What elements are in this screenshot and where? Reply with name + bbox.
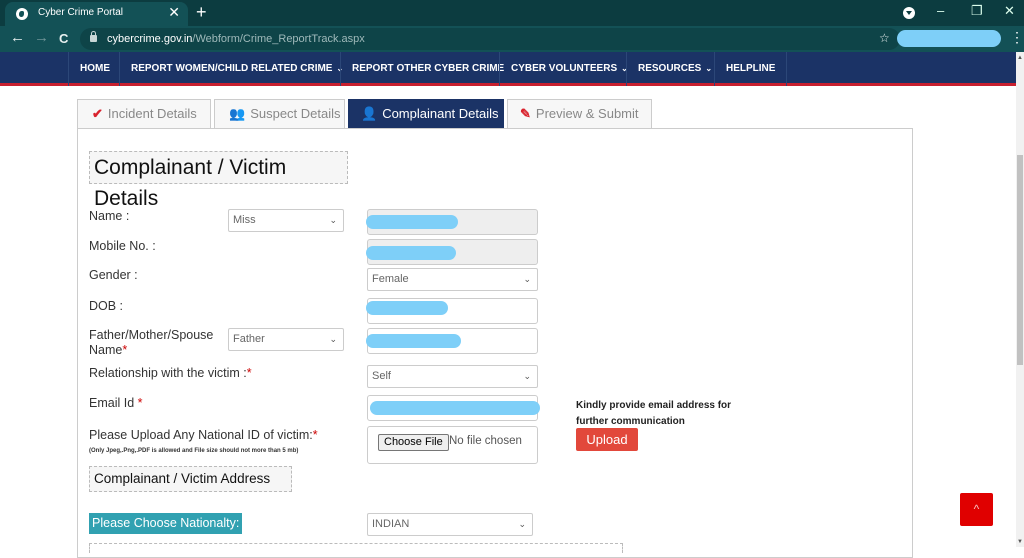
chevron-down-icon: ⌄	[523, 371, 531, 381]
checkmark-icon: ✔	[92, 106, 103, 121]
address-fieldset	[89, 543, 623, 553]
redacted-value	[366, 301, 448, 315]
section-title-details: Complainant / Victim Details	[89, 151, 348, 210]
scroll-down-arrow-icon[interactable]: ▼	[1017, 539, 1023, 545]
nav-cyber-volunteers[interactable]: CYBER VOLUNTEERS ⌄	[499, 52, 639, 86]
browser-toolbar: ← → C cybercrime.gov.in/Webform/Crime_Re…	[0, 26, 1024, 52]
redacted-value	[366, 215, 458, 229]
nationality-select[interactable]: INDIAN ⌄	[367, 513, 533, 536]
guardian-type-select[interactable]: Father ⌄	[228, 328, 344, 351]
chevron-down-icon: ⌄	[329, 334, 337, 344]
edit-icon: ✎	[520, 106, 531, 121]
redacted-value	[370, 401, 540, 415]
nationality-label: Please Choose Nationalty:	[89, 513, 243, 534]
back-button[interactable]: ←	[10, 29, 25, 46]
lock-icon	[90, 31, 97, 42]
dob-input[interactable]	[366, 298, 538, 324]
scrollbar-thumb[interactable]	[1017, 155, 1023, 365]
gender-select[interactable]: Female ⌄	[367, 268, 538, 291]
no-file-text: No file chosen	[449, 435, 522, 447]
nav-home[interactable]: HOME	[68, 52, 121, 86]
nav-report-other[interactable]: REPORT OTHER CYBER CRIME	[340, 52, 515, 86]
nav-resources[interactable]: RESOURCES ⌄	[626, 52, 723, 86]
email-hint-text: Kindly provide email address for further…	[576, 400, 732, 427]
tab-complainant-details[interactable]: 👤 Complainant Details	[348, 99, 504, 129]
relationship-select[interactable]: Self ⌄	[367, 365, 538, 388]
new-tab-button[interactable]: +	[196, 2, 207, 23]
name-label: Name :	[89, 209, 130, 223]
reload-button[interactable]: C	[59, 31, 68, 46]
tab-preview-submit[interactable]: ✎ Preview & Submit	[507, 99, 652, 129]
restore-button[interactable]: ❐	[971, 3, 983, 19]
scroll-to-top-button[interactable]: ^	[960, 493, 993, 526]
name-input[interactable]	[366, 209, 538, 235]
close-tab-icon[interactable]: ✕	[168, 4, 180, 21]
forward-button[interactable]: →	[34, 29, 49, 46]
chevron-down-icon: ⌄	[705, 64, 713, 73]
address-bar[interactable]: cybercrime.gov.in/Webform/Crime_ReportTr…	[80, 28, 900, 50]
gender-label: Gender :	[89, 268, 138, 282]
relationship-label: Relationship with the victim :*	[89, 366, 252, 380]
account-redacted[interactable]	[897, 30, 1001, 47]
tab-incident-details[interactable]: ✔ Incident Details	[77, 99, 211, 129]
url-text: cybercrime.gov.in/Webform/Crime_ReportTr…	[107, 33, 365, 45]
redacted-value	[366, 334, 461, 348]
globe-icon	[16, 8, 28, 20]
mobile-input[interactable]	[366, 239, 538, 265]
nav-report-women-child[interactable]: REPORT WOMEN/CHILD RELATED CRIME ⌄	[119, 52, 354, 86]
guardian-name-input[interactable]	[366, 328, 538, 354]
name-title-select[interactable]: Miss ⌄	[228, 209, 344, 232]
close-window-button[interactable]: ✕	[1004, 3, 1015, 19]
site-navbar: HOME REPORT WOMEN/CHILD RELATED CRIME ⌄ R…	[0, 52, 1016, 86]
mobile-label: Mobile No. :	[89, 239, 156, 253]
chevron-up-icon: ^	[973, 502, 980, 516]
chevron-down-icon: ⌄	[523, 274, 531, 284]
email-label: Email Id *	[89, 396, 143, 410]
guardian-name-label: Father/Mother/Spouse Name*	[89, 328, 214, 357]
browser-tab-strip: Cyber Crime Portal ✕ + – ❐ ✕	[0, 0, 1024, 26]
section-title-address: Complainant / Victim Address	[89, 466, 292, 492]
users-icon: 👥	[229, 106, 246, 121]
chevron-down-icon: ⌄	[329, 215, 337, 225]
choose-file-button[interactable]: Choose File	[378, 434, 449, 451]
dob-label: DOB :	[89, 299, 124, 313]
nav-helpline[interactable]: HELPLINE	[714, 52, 788, 86]
upload-label: Please Upload Any National ID of victim:…	[89, 428, 318, 442]
file-input[interactable]: Choose File No file chosen	[367, 426, 538, 464]
browser-menu-icon[interactable]: ⋮	[1010, 30, 1024, 44]
browser-tab[interactable]: Cyber Crime Portal ✕	[5, 2, 188, 26]
chevron-down-icon: ⌄	[518, 519, 526, 529]
user-icon: 👤	[361, 106, 378, 121]
redacted-value	[366, 246, 456, 260]
bookmark-star-icon[interactable]: ☆	[879, 31, 890, 45]
profile-menu-icon[interactable]	[903, 7, 915, 19]
scroll-up-arrow-icon[interactable]: ▲	[1017, 55, 1023, 61]
tab-suspect-details[interactable]: 👥 Suspect Details	[214, 99, 345, 129]
email-input[interactable]	[367, 395, 540, 421]
upload-note: (Only Jpeg,.Png,.PDF is allowed and File…	[89, 448, 299, 454]
upload-button[interactable]: Upload	[576, 428, 638, 451]
minimize-button[interactable]: –	[937, 3, 944, 18]
tab-title: Cyber Crime Portal	[38, 7, 124, 18]
